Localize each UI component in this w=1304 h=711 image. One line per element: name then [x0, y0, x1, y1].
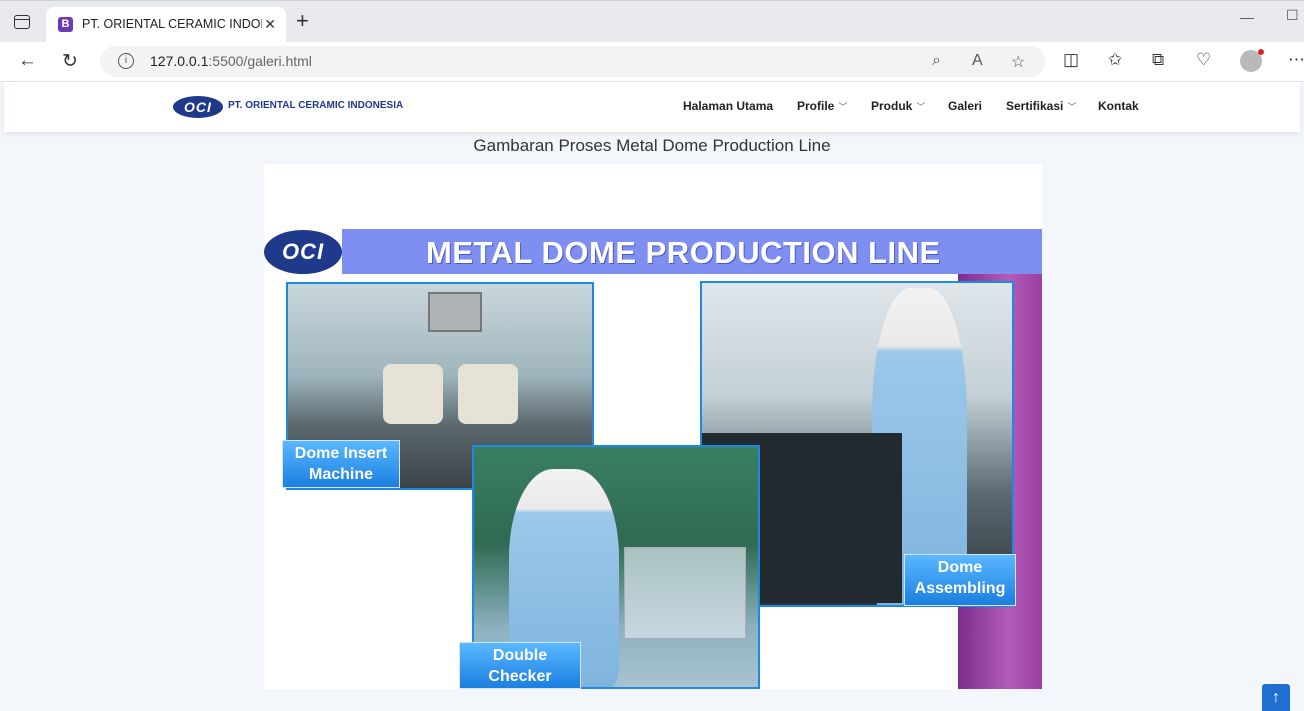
favorites-list-icon[interactable]: ✩ [1108, 50, 1122, 70]
browser-tabbar: B PT. ORIENTAL CERAMIC INDONESIA ✕ + — ☐ [0, 0, 1304, 43]
browser-tab[interactable]: B PT. ORIENTAL CERAMIC INDONESIA ✕ [46, 7, 286, 43]
favicon-icon: B [58, 17, 73, 32]
caption-line: Dome [937, 559, 983, 576]
nav-profile[interactable]: Profile ﹀ [797, 99, 847, 113]
url-bar[interactable]: i 127.0.0.1:5500/galeri.html ⌕ A ☆ [100, 46, 1045, 77]
nav-produk[interactable]: Produk ﹀ [871, 99, 925, 113]
tab-title: PT. ORIENTAL CERAMIC INDONESIA [82, 17, 262, 31]
chevron-down-icon: ﹀ [916, 102, 926, 112]
nav-sertifikasi[interactable]: Sertifikasi ﹀ [1006, 99, 1076, 113]
page-title: Gambaran Proses Metal Dome Production Li… [473, 136, 831, 155]
split-screen-icon[interactable]: ◫ [1063, 50, 1079, 70]
logo-text[interactable]: PT. ORIENTAL CERAMIC INDONESIA [228, 100, 403, 111]
zoom-icon[interactable]: ⌕ [932, 52, 941, 70]
back-to-top-button[interactable]: ↑ [1262, 684, 1290, 711]
nav-galeri[interactable]: Galeri [948, 99, 982, 113]
caption-dome-assembling: Dome Assembling [904, 554, 1016, 606]
nav-halaman-utama[interactable]: Halaman Utama [683, 99, 773, 113]
profile-avatar[interactable] [1240, 49, 1264, 72]
caption-double-checker: Double Checker [459, 642, 581, 689]
banner-text: METAL DOME PRODUCTION LINE [426, 235, 941, 270]
minimize-icon[interactable]: — [1240, 9, 1254, 25]
url-text[interactable]: 127.0.0.1:5500/galeri.html [150, 53, 312, 69]
caption-line: Double [492, 647, 548, 664]
read-aloud-icon[interactable]: A [972, 52, 983, 70]
caption-line: Checker [488, 668, 552, 685]
chevron-down-icon: ﹀ [838, 102, 848, 112]
back-icon[interactable]: ← [18, 50, 37, 72]
image-banner: METAL DOME PRODUCTION LINE [342, 229, 1042, 274]
logo-mark[interactable]: OCI [173, 96, 223, 118]
performance-icon[interactable]: ♡ [1196, 50, 1211, 70]
caption-dome-insert-machine: Dome Insert Machine [282, 440, 400, 488]
nav-kontak[interactable]: Kontak [1098, 99, 1139, 113]
inspection-station [624, 547, 746, 639]
close-icon[interactable]: ✕ [264, 16, 276, 33]
window-icon[interactable] [14, 15, 30, 29]
machine-bowl [383, 364, 443, 424]
control-panel [428, 292, 482, 332]
maximize-icon[interactable]: ☐ [1286, 7, 1299, 24]
machine-bowl [458, 364, 518, 424]
caption-line: Assembling [914, 580, 1006, 597]
chevron-down-icon: ﹀ [1067, 102, 1077, 112]
new-tab-icon[interactable]: + [296, 10, 309, 32]
image-logo: OCI [264, 230, 342, 274]
site-header: OCI PT. ORIENTAL CERAMIC INDONESIA Halam… [4, 82, 1300, 132]
gallery-image: METAL DOME PRODUCTION LINE OCI Dome Inse… [264, 164, 1042, 689]
info-icon[interactable]: i [118, 53, 134, 69]
collections-icon[interactable]: ⧉ [1152, 50, 1164, 70]
favorite-icon[interactable]: ☆ [1011, 52, 1025, 72]
more-icon[interactable]: ⋯ [1288, 50, 1304, 70]
caption-line: Machine [308, 466, 373, 483]
refresh-icon[interactable]: ↻ [62, 50, 78, 73]
caption-line: Dome Insert [294, 445, 388, 462]
